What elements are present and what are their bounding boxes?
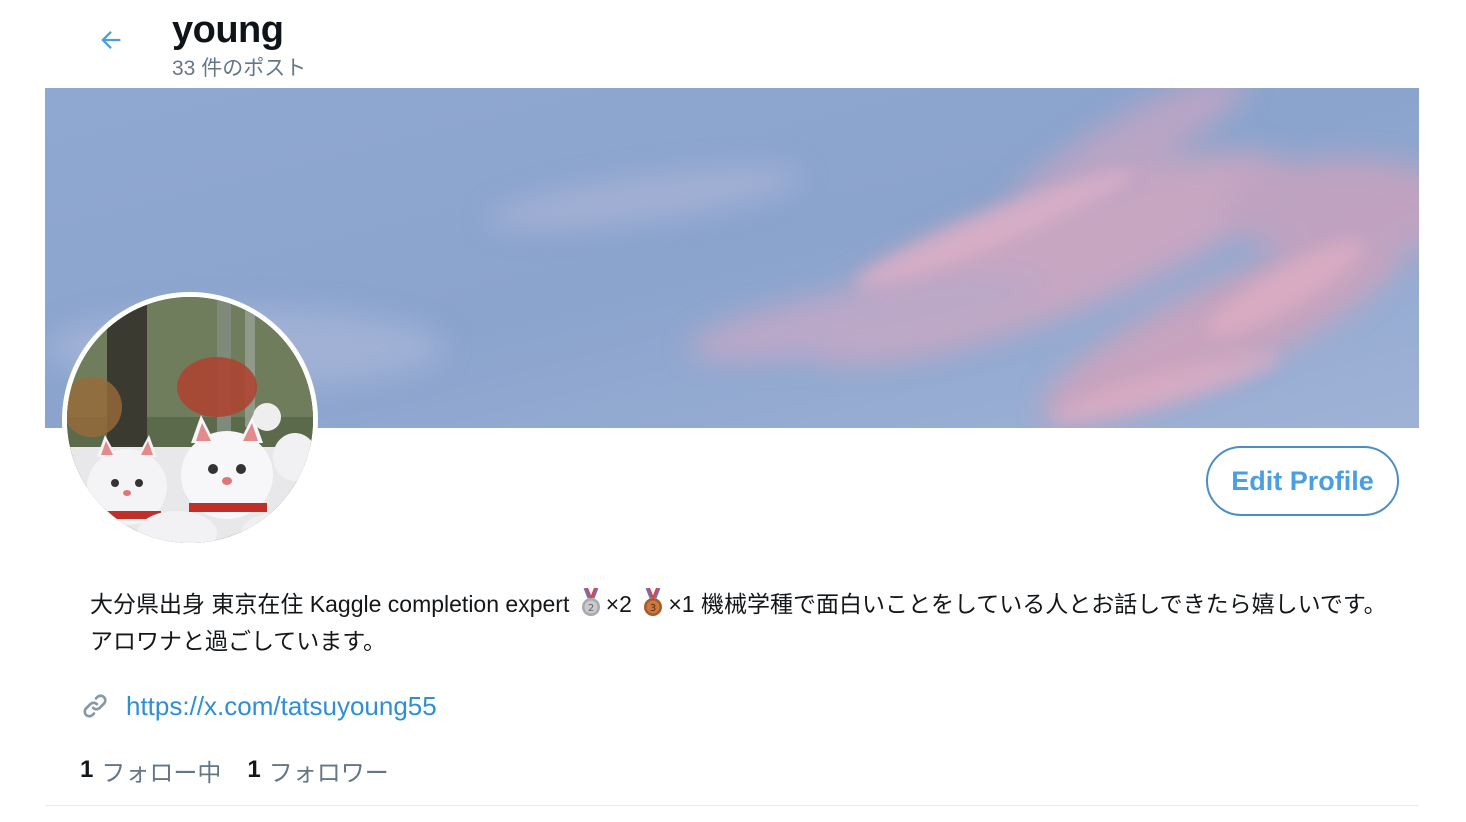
followers-label: フォロワー (268, 759, 389, 787)
profile-bio: 大分県出身 東京在住 Kaggle completion expert 2 ×2 … (90, 586, 1410, 660)
svg-text:3: 3 (650, 603, 656, 614)
svg-text:2: 2 (588, 603, 594, 614)
section-divider (45, 805, 1419, 806)
bronze-medal-icon: 3 (642, 587, 664, 618)
edit-profile-button[interactable]: Edit Profile (1206, 446, 1399, 516)
profile-website-link[interactable]: https://x.com/tatsuyoung55 (126, 691, 437, 722)
profile-avatar[interactable] (62, 292, 318, 548)
silver-medal-count: ×2 (605, 591, 639, 617)
bio-text-intro: 大分県出身 東京在住 Kaggle completion expert (90, 591, 576, 617)
follow-stats: 1 フォロー中 1 フォロワー (80, 752, 415, 788)
profile-page: young 33 件のポスト Edit Profile 大分県出身 東京在住 K… (0, 0, 1466, 822)
profile-link-row: https://x.com/tatsuyoung55 (78, 686, 437, 726)
arrow-left-icon (97, 26, 125, 59)
following-count: 1 (80, 756, 94, 783)
followers-count: 1 (247, 756, 261, 783)
back-button[interactable] (86, 20, 136, 64)
link-icon (78, 689, 112, 723)
silver-medal-icon: 2 (580, 587, 602, 618)
avatar-lucky-cats-image (67, 297, 313, 543)
following-label: フォロー中 (101, 759, 222, 787)
following-stat[interactable]: 1 フォロー中 (80, 753, 221, 788)
followers-stat[interactable]: 1 フォロワー (247, 753, 388, 788)
post-count: 33 件のポスト (172, 57, 307, 80)
profile-name-title: young (172, 9, 284, 51)
